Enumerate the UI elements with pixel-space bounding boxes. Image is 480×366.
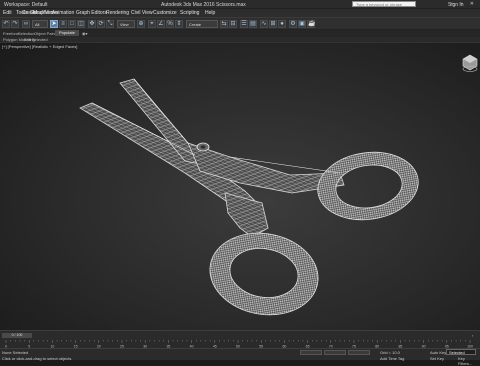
title-bar: Workspace: Default Autodesk 3ds Max 2016… <box>0 0 480 9</box>
move-icon[interactable]: ✥ <box>88 20 96 28</box>
schematic-icon[interactable]: ⊞ <box>269 20 277 28</box>
link-icon[interactable]: ∞ <box>22 20 30 28</box>
z-coordinate-field[interactable] <box>348 350 370 355</box>
lower-ring <box>209 232 319 316</box>
curve-editor-icon[interactable]: ∿ <box>260 20 268 28</box>
ribbon-options-icon[interactable]: ◉▾ <box>82 31 88 36</box>
perspective-viewport[interactable]: [+] [Perspective] [Realistic + Edged Fac… <box>0 43 480 330</box>
right-ring <box>317 151 419 221</box>
scissors-model[interactable] <box>0 43 480 330</box>
menu-bar: Edit Tools Group Views Create Modifiers … <box>0 9 480 17</box>
tab-selection[interactable]: Selection <box>18 31 34 36</box>
search-input[interactable]: Type a keyword or phrase <box>352 1 416 7</box>
ribbon-tabs: Freeform Selection Object Paint Populate… <box>0 30 480 37</box>
undo-icon[interactable]: ↶ <box>2 20 10 28</box>
key-filters-button[interactable]: Key Filters... <box>458 356 480 366</box>
rect-region-icon[interactable]: □ <box>68 20 76 28</box>
frame-ruler[interactable]: 0 5 10 15 20 25 30 35 40 45 50 55 60 65 70 75 80 85 90 95 10… <box>0 340 480 348</box>
timeline-scroll-icon[interactable]: › <box>472 333 473 338</box>
main-toolbar: ↶ ↷ ∞ All ➤ ≡ □ ◫ ✥ ⟳ ⤡ View ⊕ ⌖ ∠ % ⇕ C… <box>0 17 480 34</box>
menu-help[interactable]: Help <box>205 10 215 16</box>
scene-explorer-icon[interactable]: ▤ <box>249 20 257 28</box>
key-mode-dropdown[interactable]: Selected <box>446 349 476 355</box>
set-key-button[interactable]: Set Key <box>430 356 444 361</box>
snap-icon[interactable]: ⌖ <box>148 20 156 28</box>
render-setup-icon[interactable]: ⚙ <box>289 20 297 28</box>
rendered-frame-icon[interactable]: ▣ <box>298 20 306 28</box>
select-by-name-icon[interactable]: ≡ <box>59 20 67 28</box>
select-icon[interactable]: ➤ <box>50 20 58 28</box>
layer-icon[interactable]: ☰ <box>240 20 248 28</box>
grid-size: Grid = 10.0 <box>380 350 400 355</box>
add-time-tag-button[interactable]: Add Time Tag <box>380 356 404 361</box>
align-icon[interactable]: ⊟ <box>229 20 237 28</box>
x-coordinate-field[interactable] <box>300 350 322 355</box>
pivot-icon[interactable]: ⊕ <box>137 20 145 28</box>
render-icon[interactable]: ☕ <box>307 20 315 28</box>
tab-object-paint[interactable]: Object Paint <box>34 31 56 36</box>
material-editor-icon[interactable]: ● <box>278 20 286 28</box>
window-crossing-icon[interactable]: ◫ <box>77 20 85 28</box>
menu-animation[interactable]: Animation <box>52 10 74 16</box>
workspace-selector[interactable]: Workspace: Default <box>4 2 48 8</box>
percent-snap-icon[interactable]: % <box>166 20 174 28</box>
selection-status: None Selected <box>2 350 29 355</box>
tab-freeform[interactable]: Freeform <box>3 31 19 36</box>
angle-snap-icon[interactable]: ∠ <box>157 20 165 28</box>
redo-icon[interactable]: ↷ <box>11 20 19 28</box>
app-title: Autodesk 3ds Max 2016 Scissors.max <box>161 2 246 8</box>
y-coordinate-field[interactable] <box>324 350 346 355</box>
selection-filter-dropdown[interactable]: All <box>32 20 48 28</box>
reference-coordinate-dropdown[interactable]: View <box>117 20 135 28</box>
scale-icon[interactable]: ⤡ <box>106 20 114 28</box>
menu-civil-view[interactable]: Civil View <box>131 10 153 16</box>
rotate-icon[interactable]: ⟳ <box>97 20 105 28</box>
menu-customize[interactable]: Customize <box>153 10 177 16</box>
time-slider[interactable]: 0 / 100 <box>2 333 32 338</box>
time-slider-bar: 0 / 100 › <box>0 330 480 340</box>
named-selection-sets-dropdown[interactable]: Create Selection Se <box>186 20 218 34</box>
window-controls[interactable]: – ▫ ✕ <box>450 1 477 7</box>
lower-arm <box>224 192 269 238</box>
menu-modifiers[interactable]: Modifiers <box>33 10 53 16</box>
spinner-snap-icon[interactable]: ⇕ <box>175 20 183 28</box>
tab-populate[interactable]: Populate <box>55 30 79 36</box>
menu-rendering[interactable]: Rendering <box>106 10 129 16</box>
menu-edit[interactable]: Edit <box>3 10 12 16</box>
mirror-icon[interactable]: ⇆ <box>220 20 228 28</box>
edit-selected-panel[interactable]: Edit Selected <box>24 37 48 42</box>
status-bar: None Selected Click or click-and-drag to… <box>0 348 480 366</box>
auto-key-button[interactable]: Auto Key <box>430 350 446 355</box>
track-bar[interactable]: 0 5 10 15 20 25 30 35 40 45 50 55 60 65 70 75 80 85 90 95 10… <box>0 340 480 348</box>
prompt-line: Click or click-and-drag to select object… <box>2 356 72 361</box>
menu-scripting[interactable]: Scripting <box>180 10 199 16</box>
menu-graph-editors[interactable]: Graph Editors <box>76 10 107 16</box>
